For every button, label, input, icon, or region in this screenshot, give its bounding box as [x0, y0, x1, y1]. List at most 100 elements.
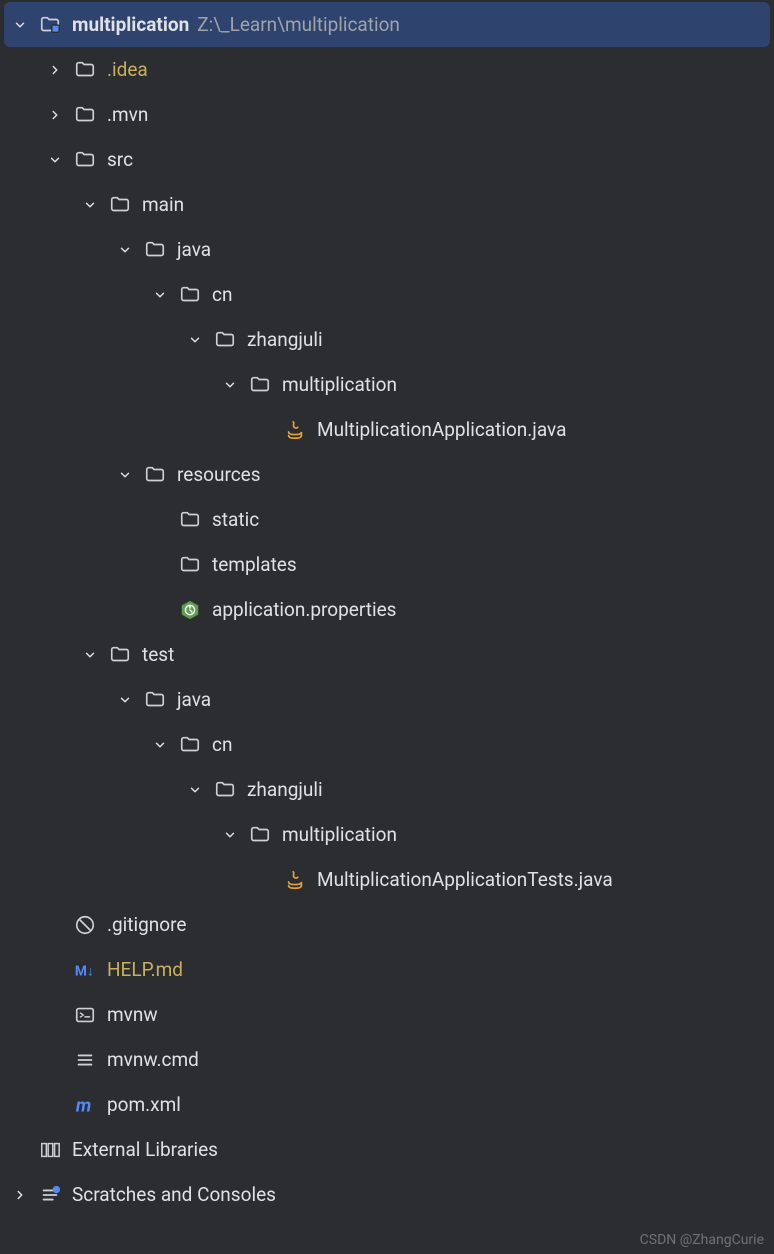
folder-icon [108, 643, 132, 667]
tree-item-zhangjuli-main[interactable]: zhangjuli [0, 317, 774, 362]
folder-icon [213, 328, 237, 352]
java-file-icon [283, 868, 307, 892]
chevron-down-icon [148, 283, 172, 307]
tree-item-label: java [177, 688, 211, 711]
chevron-down-icon [183, 328, 207, 352]
tree-item-test-java[interactable]: MultiplicationApplicationTests.java [0, 857, 774, 902]
tree-item-templates[interactable]: templates [0, 542, 774, 587]
folder-icon [213, 778, 237, 802]
folder-icon [143, 688, 167, 712]
chevron-down-icon [78, 193, 102, 217]
folder-icon [143, 238, 167, 262]
tree-item-label: .idea [107, 58, 148, 81]
tree-item-label: MultiplicationApplication.java [317, 418, 566, 441]
folder-icon [178, 508, 202, 532]
chevron-down-icon [218, 373, 242, 397]
tree-item-label: application.properties [212, 598, 397, 621]
folder-icon [73, 58, 97, 82]
chevron-down-icon [113, 238, 137, 262]
folder-icon [178, 283, 202, 307]
maven-icon [73, 1093, 97, 1117]
tree-item-mvnw[interactable]: mvnw [0, 992, 774, 1037]
tree-item-mvnw-cmd[interactable]: mvnw.cmd [0, 1037, 774, 1082]
tree-item-label: .gitignore [107, 913, 186, 936]
chevron-down-icon [8, 13, 32, 37]
tree-item-label: main [142, 193, 184, 216]
library-icon [38, 1138, 62, 1162]
folder-icon [73, 103, 97, 127]
tree-item-static[interactable]: static [0, 497, 774, 542]
tree-item-label: Scratches and Consoles [72, 1183, 276, 1206]
tree-item-root[interactable]: multiplication Z:\_Learn\multiplication [4, 2, 770, 47]
tree-item-label: multiplication [282, 823, 397, 846]
chevron-right-icon [43, 103, 67, 127]
tree-item-label: mvnw [107, 1003, 158, 1026]
scratch-icon [38, 1183, 62, 1207]
tree-item-label: static [212, 508, 259, 531]
tree-item-src[interactable]: src [0, 137, 774, 182]
tree-item-scratches[interactable]: Scratches and Consoles [0, 1172, 774, 1217]
tree-item-main[interactable]: main [0, 182, 774, 227]
tree-item-help-md[interactable]: HELP.md [0, 947, 774, 992]
tree-item-cn-test[interactable]: cn [0, 722, 774, 767]
chevron-right-icon [8, 1183, 32, 1207]
java-file-icon [283, 418, 307, 442]
tree-item-idea[interactable]: .idea [0, 47, 774, 92]
markdown-icon [73, 958, 97, 982]
chevron-down-icon [78, 643, 102, 667]
tree-item-label: .mvn [107, 103, 148, 126]
folder-icon [178, 553, 202, 577]
project-tree: multiplication Z:\_Learn\multiplication … [0, 0, 774, 1219]
tree-item-resources[interactable]: resources [0, 452, 774, 497]
folder-icon [143, 463, 167, 487]
chevron-down-icon [43, 148, 67, 172]
chevron-down-icon [148, 733, 172, 757]
folder-icon [108, 193, 132, 217]
chevron-down-icon [218, 823, 242, 847]
tree-item-label: zhangjuli [247, 778, 323, 801]
folder-icon [248, 373, 272, 397]
tree-item-mvn[interactable]: .mvn [0, 92, 774, 137]
tree-item-path: Z:\_Learn\multiplication [197, 13, 400, 36]
spring-icon [178, 598, 202, 622]
folder-icon [178, 733, 202, 757]
tree-item-label: test [142, 643, 174, 666]
tree-item-label: multiplication [72, 13, 189, 36]
folder-icon [248, 823, 272, 847]
tree-item-multiplication-main[interactable]: multiplication [0, 362, 774, 407]
tree-item-label: HELP.md [107, 958, 183, 981]
tree-item-label: cn [212, 733, 232, 756]
folder-icon [73, 148, 97, 172]
tree-item-label: resources [177, 463, 261, 486]
tree-item-app-java[interactable]: MultiplicationApplication.java [0, 407, 774, 452]
module-folder-icon [38, 13, 62, 37]
tree-item-label: java [177, 238, 211, 261]
shell-icon [73, 1003, 97, 1027]
tree-item-test[interactable]: test [0, 632, 774, 677]
text-file-icon [73, 1048, 97, 1072]
tree-item-app-properties[interactable]: application.properties [0, 587, 774, 632]
tree-item-label: src [107, 148, 133, 171]
tree-item-label: zhangjuli [247, 328, 323, 351]
tree-item-label: cn [212, 283, 232, 306]
tree-item-label: templates [212, 553, 297, 576]
chevron-down-icon [113, 688, 137, 712]
tree-item-label: pom.xml [107, 1093, 181, 1116]
watermark: CSDN @ZhangCurie [640, 1232, 764, 1248]
tree-item-multiplication-test[interactable]: multiplication [0, 812, 774, 857]
tree-item-label: MultiplicationApplicationTests.java [317, 868, 613, 891]
tree-item-label: External Libraries [72, 1138, 218, 1161]
chevron-down-icon [113, 463, 137, 487]
tree-item-java-test[interactable]: java [0, 677, 774, 722]
tree-item-external-libraries[interactable]: External Libraries [0, 1127, 774, 1172]
chevron-down-icon [183, 778, 207, 802]
tree-item-zhangjuli-test[interactable]: zhangjuli [0, 767, 774, 812]
tree-item-cn-main[interactable]: cn [0, 272, 774, 317]
tree-item-label: multiplication [282, 373, 397, 396]
tree-item-pom-xml[interactable]: pom.xml [0, 1082, 774, 1127]
chevron-right-icon [43, 58, 67, 82]
tree-item-gitignore[interactable]: .gitignore [0, 902, 774, 947]
tree-item-label: mvnw.cmd [107, 1048, 199, 1071]
tree-item-java-main[interactable]: java [0, 227, 774, 272]
ignore-icon [73, 913, 97, 937]
